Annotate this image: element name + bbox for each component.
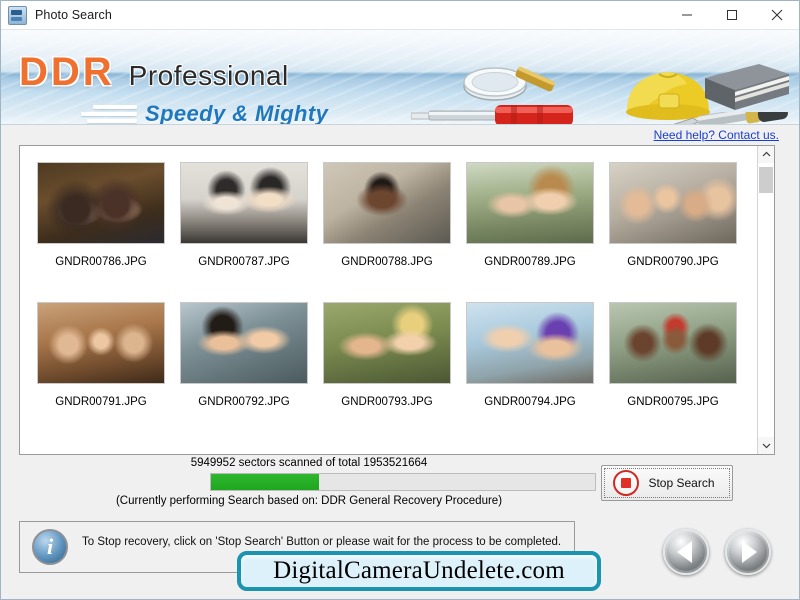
info-message: To Stop recovery, click on 'Stop Search'… bbox=[82, 536, 562, 548]
brand-logo: DDR Professional Speedy & Mighty bbox=[19, 50, 329, 125]
progress-section: 5949952 sectors scanned of total 1953521… bbox=[19, 457, 775, 513]
magnifier-icon bbox=[463, 66, 555, 101]
help-bar: Need help? Contact us. bbox=[1, 125, 799, 147]
progress-bar-fill bbox=[211, 474, 319, 490]
thumbnail-item[interactable]: GNDR00792.JPG bbox=[173, 302, 315, 442]
maximize-button[interactable] bbox=[709, 1, 754, 29]
thumbnail-label: GNDR00786.JPG bbox=[55, 256, 147, 268]
progress-bar bbox=[210, 473, 596, 491]
thumbnail-label: GNDR00793.JPG bbox=[341, 396, 433, 408]
info-icon: i bbox=[32, 529, 68, 565]
minimize-icon bbox=[681, 14, 692, 16]
window-title: Photo Search bbox=[35, 8, 112, 22]
chevron-up-icon bbox=[762, 151, 770, 157]
scroll-thumb[interactable] bbox=[759, 167, 773, 193]
thumbnail-label: GNDR00788.JPG bbox=[341, 256, 433, 268]
next-button[interactable] bbox=[725, 529, 771, 575]
thumbnail-item[interactable]: GNDR00794.JPG bbox=[459, 302, 601, 442]
scroll-track[interactable] bbox=[758, 163, 774, 437]
thumbnail-image[interactable] bbox=[180, 162, 308, 244]
previous-button[interactable] bbox=[663, 529, 709, 575]
contact-us-link[interactable]: Need help? Contact us. bbox=[654, 128, 779, 142]
photo-search-window: Photo Search DDR Professional Speedy & M… bbox=[0, 0, 800, 600]
speed-lines-decoration bbox=[71, 102, 137, 124]
header-banner: DDR Professional Speedy & Mighty bbox=[1, 30, 799, 125]
scroll-up-button[interactable] bbox=[758, 146, 774, 163]
results-panel: GNDR00786.JPG GNDR00787.JPG GNDR00788.JP… bbox=[19, 145, 775, 455]
tagline: Speedy & Mighty bbox=[145, 101, 329, 125]
thumbnail-label: GNDR00787.JPG bbox=[198, 256, 290, 268]
search-basis-text: (Currently performing Search based on: D… bbox=[115, 495, 503, 507]
product-name: Professional bbox=[128, 60, 289, 91]
book-icon bbox=[705, 64, 789, 110]
close-icon bbox=[771, 9, 782, 21]
thumbnail-label: GNDR00795.JPG bbox=[627, 396, 719, 408]
thumbnail-label: GNDR00790.JPG bbox=[627, 256, 719, 268]
thumbnail-label: GNDR00794.JPG bbox=[484, 396, 576, 408]
window-controls bbox=[664, 1, 799, 29]
scroll-down-button[interactable] bbox=[758, 437, 774, 454]
previous-arrow-icon bbox=[677, 541, 692, 563]
thumbnail-image[interactable] bbox=[609, 302, 737, 384]
thumbnail-image[interactable] bbox=[466, 302, 594, 384]
thumbnail-item[interactable]: GNDR00787.JPG bbox=[173, 162, 315, 302]
app-icon bbox=[8, 5, 27, 25]
thumbnail-image[interactable] bbox=[37, 302, 165, 384]
sectors-status-text: 5949952 sectors scanned of total 1953521… bbox=[190, 457, 428, 469]
thumbnail-item[interactable]: GNDR00790.JPG bbox=[602, 162, 744, 302]
thumbnail-label: GNDR00791.JPG bbox=[55, 396, 147, 408]
thumbnail-image[interactable] bbox=[37, 162, 165, 244]
chevron-down-icon bbox=[762, 443, 770, 449]
pen-icon bbox=[673, 112, 788, 124]
thumbnail-image[interactable] bbox=[466, 162, 594, 244]
thumbnail-item[interactable]: GNDR00795.JPG bbox=[602, 302, 744, 442]
thumbnail-label: GNDR00789.JPG bbox=[484, 256, 576, 268]
thumbnail-item[interactable]: GNDR00793.JPG bbox=[316, 302, 458, 442]
thumbnail-grid: GNDR00786.JPG GNDR00787.JPG GNDR00788.JP… bbox=[20, 146, 757, 454]
thumbnail-item[interactable]: GNDR00788.JPG bbox=[316, 162, 458, 302]
thumbnail-item[interactable]: GNDR00786.JPG bbox=[30, 162, 172, 302]
stop-search-label: Stop Search bbox=[648, 476, 715, 490]
stop-search-button[interactable]: Stop Search bbox=[601, 465, 733, 501]
thumbnail-image[interactable] bbox=[323, 162, 451, 244]
thumbnail-row: GNDR00786.JPG GNDR00787.JPG GNDR00788.JP… bbox=[30, 162, 751, 302]
title-bar: Photo Search bbox=[1, 1, 799, 30]
thumbnail-image[interactable] bbox=[609, 162, 737, 244]
thumbnail-label: GNDR00792.JPG bbox=[198, 396, 290, 408]
thumbnail-row: GNDR00791.JPG GNDR00792.JPG GNDR00793.JP… bbox=[30, 302, 751, 442]
next-arrow-icon bbox=[742, 541, 757, 563]
brand-name: DDR bbox=[19, 50, 115, 94]
website-url: DigitalCameraUndelete.com bbox=[273, 557, 565, 584]
thumbnail-image[interactable] bbox=[180, 302, 308, 384]
close-button[interactable] bbox=[754, 1, 799, 29]
thumbnail-item[interactable]: GNDR00791.JPG bbox=[30, 302, 172, 442]
thumbnail-item[interactable]: GNDR00789.JPG bbox=[459, 162, 601, 302]
website-badge[interactable]: DigitalCameraUndelete.com bbox=[237, 551, 601, 591]
screwdriver-icon bbox=[411, 105, 573, 124]
results-scrollbar[interactable] bbox=[757, 146, 774, 454]
thumbnail-image[interactable] bbox=[323, 302, 451, 384]
stop-icon bbox=[613, 470, 639, 496]
minimize-button[interactable] bbox=[664, 1, 709, 29]
maximize-icon bbox=[726, 10, 737, 20]
